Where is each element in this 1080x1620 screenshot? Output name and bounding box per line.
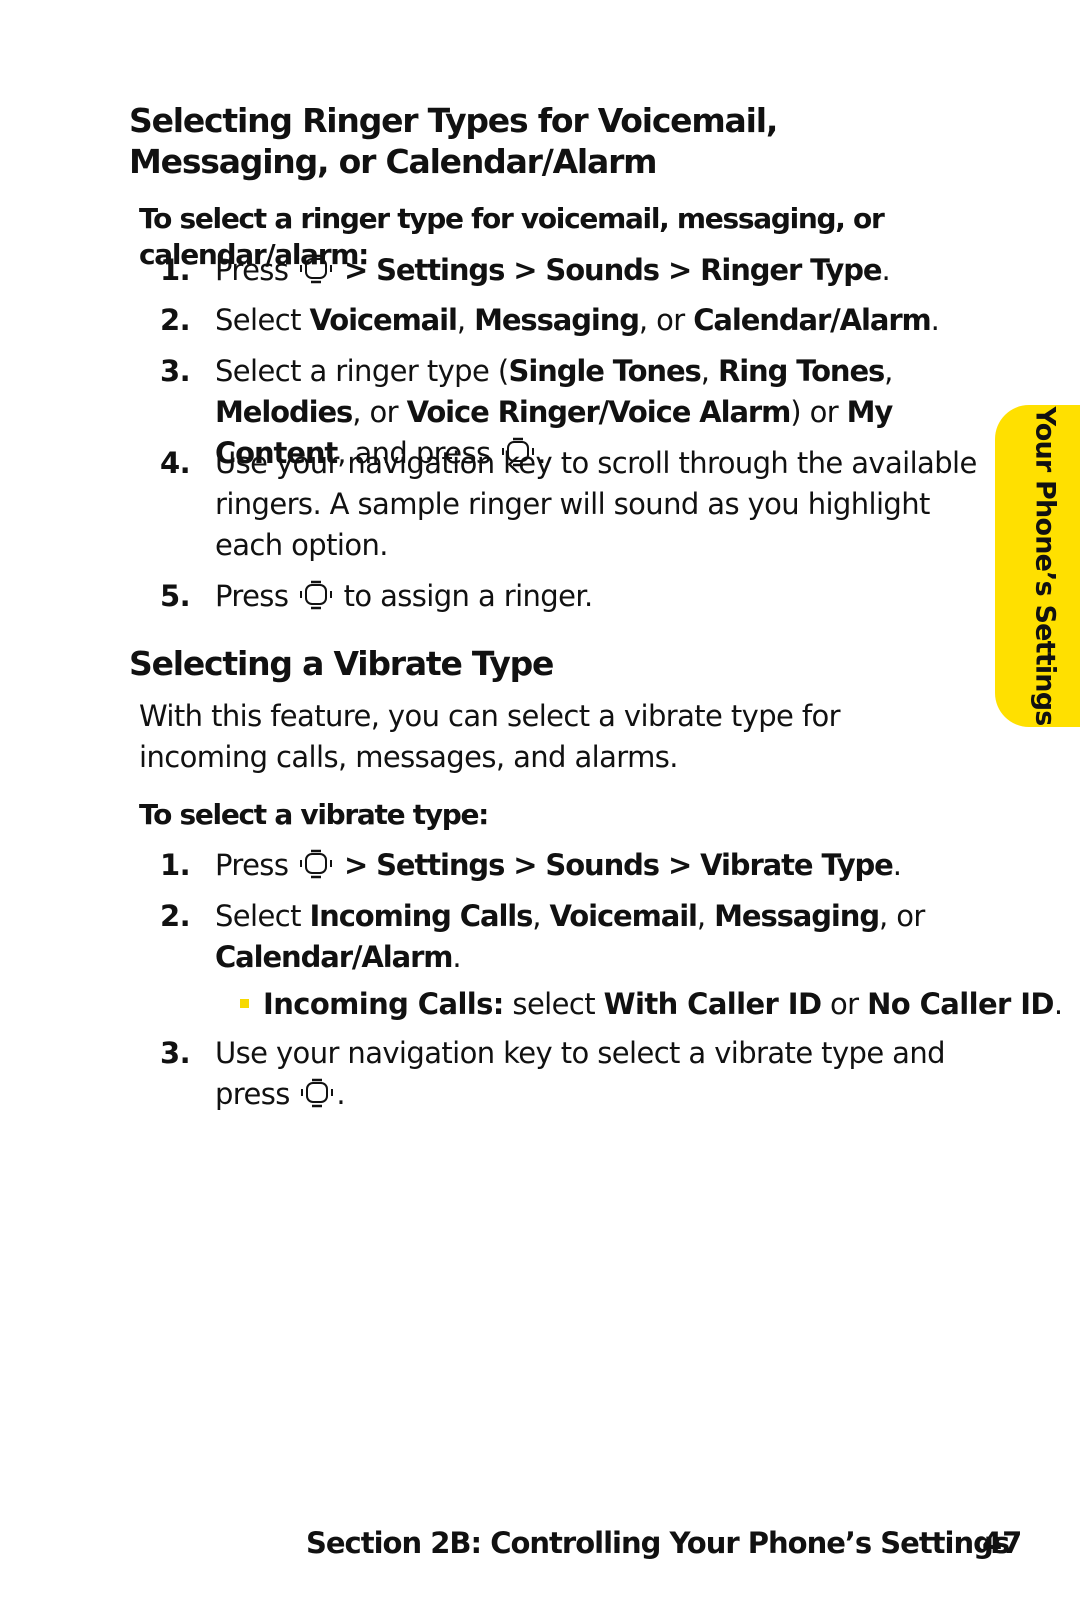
text-run: , [700, 354, 718, 388]
step-text: Use your navigation key to scroll throug… [215, 443, 980, 566]
text-run: , [532, 899, 550, 933]
menu-term: Messaging [474, 303, 640, 337]
text-run: Press [215, 848, 297, 882]
text-run: , or [352, 395, 407, 429]
text-run: . [892, 848, 902, 882]
menu-term: Voice Ringer/Voice Alarm [406, 395, 792, 429]
text-run: . [930, 303, 940, 337]
menu-term: Voicemail [309, 303, 457, 337]
text-run: Use your navigation key to scroll throug… [215, 446, 977, 562]
menu-term: Calendar/Alarm [215, 940, 454, 974]
menu-term: > Settings > Sounds > Vibrate Type [334, 848, 894, 882]
step-number: 3. [160, 354, 191, 388]
menu-ok-key-icon [297, 849, 335, 879]
menu-term: With Caller ID [603, 987, 822, 1021]
page-number: 47 [982, 1526, 1023, 1560]
text-run: . [1053, 987, 1063, 1021]
step-item: 2. Select Voicemail, Messaging, or Calend… [160, 300, 980, 341]
section-heading: Selecting Ringer Types for Voicemail, Me… [129, 101, 778, 181]
bullet-square-icon [240, 998, 249, 1008]
step-item: 2. Select Incoming Calls, Voicemail, Mess… [160, 896, 980, 978]
side-tab: Your Phone’s Settings [995, 405, 1080, 727]
step-item: 4. Use your navigation key to scroll thro… [160, 443, 980, 566]
menu-term: Melodies [215, 395, 353, 429]
menu-term: Messaging [714, 899, 880, 933]
menu-term: Ring Tones [717, 354, 885, 388]
text-run: Press [215, 253, 297, 287]
text-run: , [696, 899, 715, 933]
text-run: , [456, 303, 475, 337]
text-run: , or [878, 899, 925, 933]
menu-ok-key-icon [297, 580, 335, 610]
step-item: 5. Press to assign a ringer. [160, 576, 980, 617]
step-number: 2. [160, 303, 191, 337]
text-run: ) or [790, 395, 847, 429]
menu-ok-key-icon [297, 254, 335, 284]
menu-term: Voicemail [549, 899, 698, 933]
section-heading: Selecting a Vibrate Type [129, 644, 554, 683]
step-text: Press to assign a ringer. [215, 576, 980, 617]
step-number: 1. [160, 253, 191, 287]
step-item: 1. Press > Settings > Sounds > Ringer Typ… [160, 250, 980, 291]
menu-term: > Settings > Sounds > Ringer Type [334, 253, 883, 287]
text-run: , or [638, 303, 694, 337]
step-number: 5. [160, 579, 191, 613]
step-number: 1. [160, 848, 191, 882]
side-tab-label: Your Phone’s Settings [1029, 406, 1061, 726]
menu-term: Incoming Calls [309, 899, 533, 933]
text-run: or [821, 987, 868, 1021]
menu-term: Calendar/Alarm [693, 303, 932, 337]
text-run: . [452, 940, 462, 974]
step-number: 3. [160, 1036, 191, 1070]
footer-section-title: Section 2B: Controlling Your Phone’s Set… [306, 1526, 1010, 1560]
step-text: Select Voicemail, Messaging, or Calendar… [215, 300, 980, 341]
menu-ok-key-icon [298, 1078, 336, 1108]
menu-term: No Caller ID [867, 987, 1054, 1021]
step-number: 2. [160, 899, 191, 933]
step-text: Use your navigation key to select a vibr… [215, 1033, 980, 1115]
bullet-item: Incoming Calls: select With Caller ID or… [240, 984, 1063, 1025]
step-number: 4. [160, 446, 191, 480]
step-text: Press > Settings > Sounds > Vibrate Type… [215, 845, 980, 886]
step-item: 1. Press > Settings > Sounds > Vibrate Ty… [160, 845, 980, 886]
text-run: Select [215, 899, 310, 933]
step-item: 3. Use your navigation key to select a vi… [160, 1033, 980, 1115]
text-run: to assign a ringer. [334, 579, 594, 613]
menu-term: Single Tones [508, 354, 702, 388]
step-text: Select Incoming Calls, Voicemail, Messag… [215, 896, 980, 978]
menu-term: Incoming Calls: [263, 987, 504, 1021]
instruction-lead: To select a vibrate type: [139, 798, 489, 831]
text-run: Press [215, 579, 297, 613]
text-run: select [503, 987, 604, 1021]
step-text: Press > Settings > Sounds > Ringer Type. [215, 250, 980, 291]
text-run: Select [215, 303, 310, 337]
text-run: Select a ringer type ( [215, 354, 509, 388]
text-run: , [884, 354, 893, 388]
text-run: . [881, 253, 891, 287]
text-run: . [336, 1077, 345, 1111]
paragraph: With this feature, you can select a vibr… [139, 699, 841, 774]
